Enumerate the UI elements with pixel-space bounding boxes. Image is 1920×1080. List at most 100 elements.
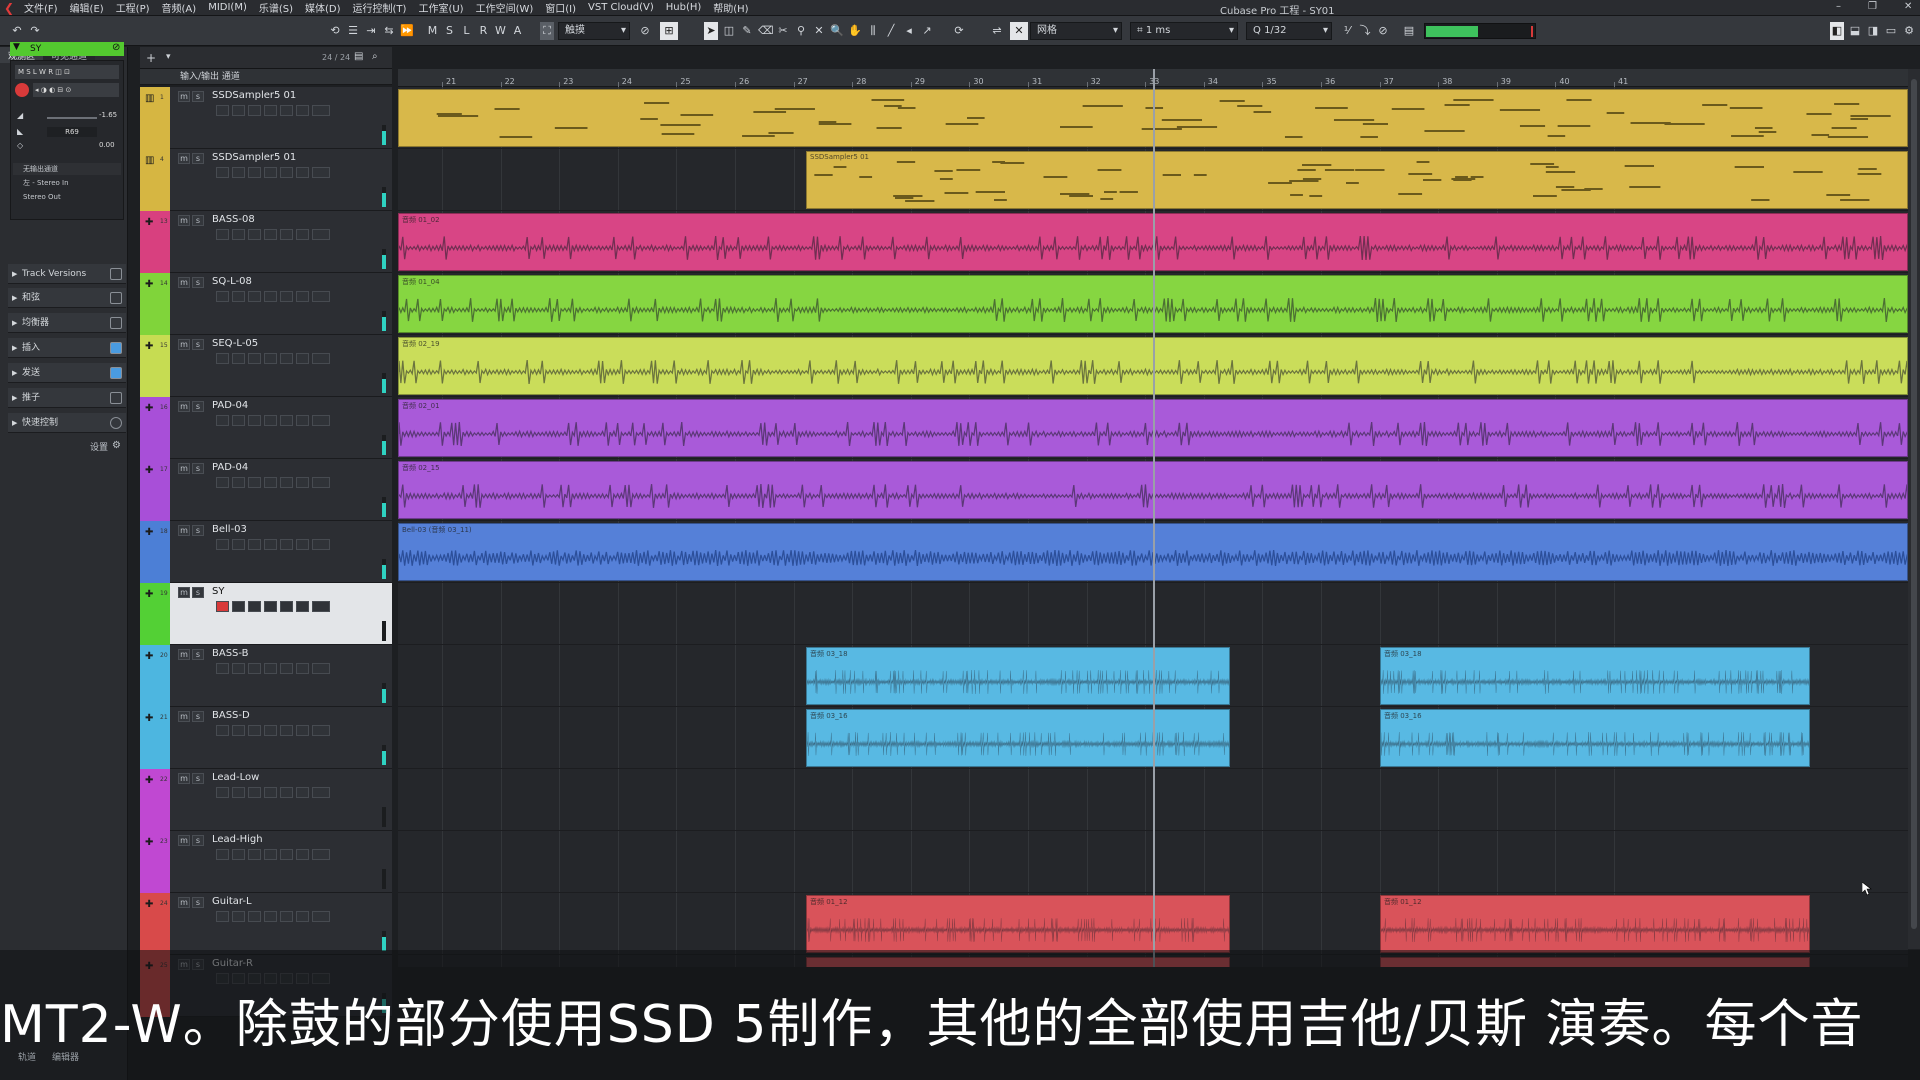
- project-cursor[interactable]: [1153, 69, 1155, 967]
- chevron-down-icon[interactable]: ▾: [166, 52, 171, 62]
- snap-on-icon[interactable]: ✕: [1010, 22, 1028, 40]
- solo-button[interactable]: s: [192, 153, 204, 164]
- lanes-icon[interactable]: [312, 167, 330, 178]
- write-icon[interactable]: [296, 291, 309, 302]
- record-enable-icon[interactable]: [216, 539, 229, 550]
- lower-zone-toggle-icon[interactable]: ⬓: [1848, 22, 1862, 40]
- track-color-strip[interactable]: ✚ 17: [140, 459, 170, 521]
- section-track-versions[interactable]: ▶ Track Versions: [8, 264, 126, 284]
- mute-button[interactable]: m: [178, 835, 190, 846]
- read-icon[interactable]: [280, 291, 293, 302]
- mute-button[interactable]: m: [178, 897, 190, 908]
- track-color-strip[interactable]: ✚ 22: [140, 769, 170, 831]
- play-tool-icon[interactable]: ◂: [902, 22, 916, 40]
- snap-icon[interactable]: ⊞: [660, 22, 678, 40]
- mute-button[interactable]: m: [178, 277, 190, 288]
- write-icon[interactable]: [296, 787, 309, 798]
- track-header[interactable]: ✚ 23 ms Lead-High: [140, 831, 392, 893]
- audio-event[interactable]: 音频 03_16: [806, 709, 1230, 767]
- edit-channel-icon[interactable]: [248, 849, 261, 860]
- monitor-icon[interactable]: [232, 105, 245, 116]
- object-selection-tool-icon[interactable]: ➤: [704, 22, 718, 40]
- automation-mode-select[interactable]: 触摸 ▾: [558, 22, 630, 40]
- menu-workspace[interactable]: 工作空间(W): [470, 0, 540, 15]
- input-output-channel-folder[interactable]: 输入/输出 通道: [140, 69, 392, 85]
- track-header[interactable]: ✚ 17 ms PAD-04: [140, 459, 392, 521]
- left-zone-toggle-icon[interactable]: ◧: [1830, 22, 1844, 40]
- mute-button[interactable]: m: [178, 525, 190, 536]
- monitor-icon[interactable]: [232, 477, 245, 488]
- menu-media[interactable]: 媒体(D): [299, 0, 347, 15]
- automation-mode-icon[interactable]: ⛶: [540, 22, 554, 40]
- edit-channel-icon[interactable]: [248, 787, 261, 798]
- read-icon[interactable]: [280, 539, 293, 550]
- mute-button[interactable]: m: [178, 773, 190, 784]
- edit-channel-icon[interactable]: ⊘: [112, 42, 120, 53]
- solo-button[interactable]: s: [192, 277, 204, 288]
- mute-button[interactable]: m: [178, 587, 190, 598]
- record-enable-icon[interactable]: [216, 725, 229, 736]
- write-icon[interactable]: [296, 229, 309, 240]
- undo-icon[interactable]: ↶: [10, 22, 24, 40]
- track-color-strip[interactable]: ✚ 13: [140, 211, 170, 273]
- write-icon[interactable]: [296, 105, 309, 116]
- monitor-icon[interactable]: [232, 415, 245, 426]
- track-color-strip[interactable]: ▥ 1: [140, 87, 170, 149]
- menu-vst-cloud[interactable]: VST Cloud(V): [582, 2, 660, 13]
- grid-type-select[interactable]: 网格 ▾: [1030, 22, 1122, 40]
- lock-icon[interactable]: [264, 911, 277, 922]
- solo-button[interactable]: s: [192, 463, 204, 474]
- mute-button[interactable]: m: [178, 91, 190, 102]
- monitor-icon[interactable]: [232, 911, 245, 922]
- edit-channel-icon[interactable]: [248, 105, 261, 116]
- menu-help[interactable]: 帮助(H): [707, 0, 754, 15]
- line-tool-icon[interactable]: ╱: [884, 22, 898, 40]
- record-enable-icon[interactable]: [15, 83, 29, 97]
- play-range-icon[interactable]: ⏩: [400, 22, 414, 40]
- lock-icon[interactable]: [264, 849, 277, 860]
- audio-event[interactable]: 音频 03_18: [806, 647, 1230, 705]
- lanes-icon[interactable]: [312, 663, 330, 674]
- listen-button[interactable]: L: [460, 22, 473, 40]
- collapse-icon[interactable]: ▼: [13, 42, 20, 52]
- audio-event[interactable]: 音频 01_12: [1380, 895, 1810, 953]
- read-icon[interactable]: [280, 105, 293, 116]
- mute-button[interactable]: m: [178, 153, 190, 164]
- read-icon[interactable]: [280, 849, 293, 860]
- monitor-icon[interactable]: [232, 539, 245, 550]
- monitor-icon[interactable]: [232, 353, 245, 364]
- auto-scroll-icon[interactable]: ⊘: [638, 22, 652, 40]
- write-icon[interactable]: [296, 911, 309, 922]
- record-enable-icon[interactable]: [216, 911, 229, 922]
- settings-gear-icon[interactable]: ⚙: [112, 440, 121, 451]
- track-buttons-row[interactable]: M S L W R ◫ ⊡: [15, 65, 119, 79]
- track-name[interactable]: Lead-Low: [212, 772, 259, 783]
- monitor-icon[interactable]: [232, 291, 245, 302]
- lanes-icon[interactable]: [312, 105, 330, 116]
- track-header[interactable]: ✚ 21 ms BASS-D: [140, 707, 392, 769]
- record-enable-icon[interactable]: [216, 415, 229, 426]
- solo-button[interactable]: s: [192, 587, 204, 598]
- solo-button[interactable]: s: [192, 773, 204, 784]
- monitor-icon[interactable]: [232, 601, 245, 612]
- write-icon[interactable]: [296, 353, 309, 364]
- track-header[interactable]: ✚ 14 ms SQ-L-08: [140, 273, 392, 335]
- snap-zero-icon[interactable]: ⇌: [990, 22, 1004, 40]
- minimize-icon[interactable]: –: [1836, 1, 1841, 12]
- settings-gear-icon[interactable]: ⚙: [1902, 22, 1916, 40]
- mute-button[interactable]: m: [178, 649, 190, 660]
- output-bus[interactable]: Stereo Out: [13, 191, 121, 203]
- locators-icon[interactable]: ⇥: [364, 22, 378, 40]
- comp-tool-icon[interactable]: ⫼: [866, 22, 880, 40]
- track-header[interactable]: ✚ 20 ms BASS-B: [140, 645, 392, 707]
- lanes-icon[interactable]: [312, 539, 330, 550]
- lock-icon[interactable]: [264, 229, 277, 240]
- read-icon[interactable]: [280, 911, 293, 922]
- grid-nudge-select[interactable]: ⌗ 1 ms ▾: [1130, 22, 1238, 40]
- mute-tool-icon[interactable]: ✕: [812, 22, 826, 40]
- erase-tool-icon[interactable]: ⌫: [758, 22, 774, 40]
- mute-button[interactable]: M: [426, 22, 439, 40]
- track-header[interactable]: ✚ 15 ms SEQ-L-05: [140, 335, 392, 397]
- read-icon[interactable]: [280, 601, 293, 612]
- tracks-icon[interactable]: ☰: [346, 22, 360, 40]
